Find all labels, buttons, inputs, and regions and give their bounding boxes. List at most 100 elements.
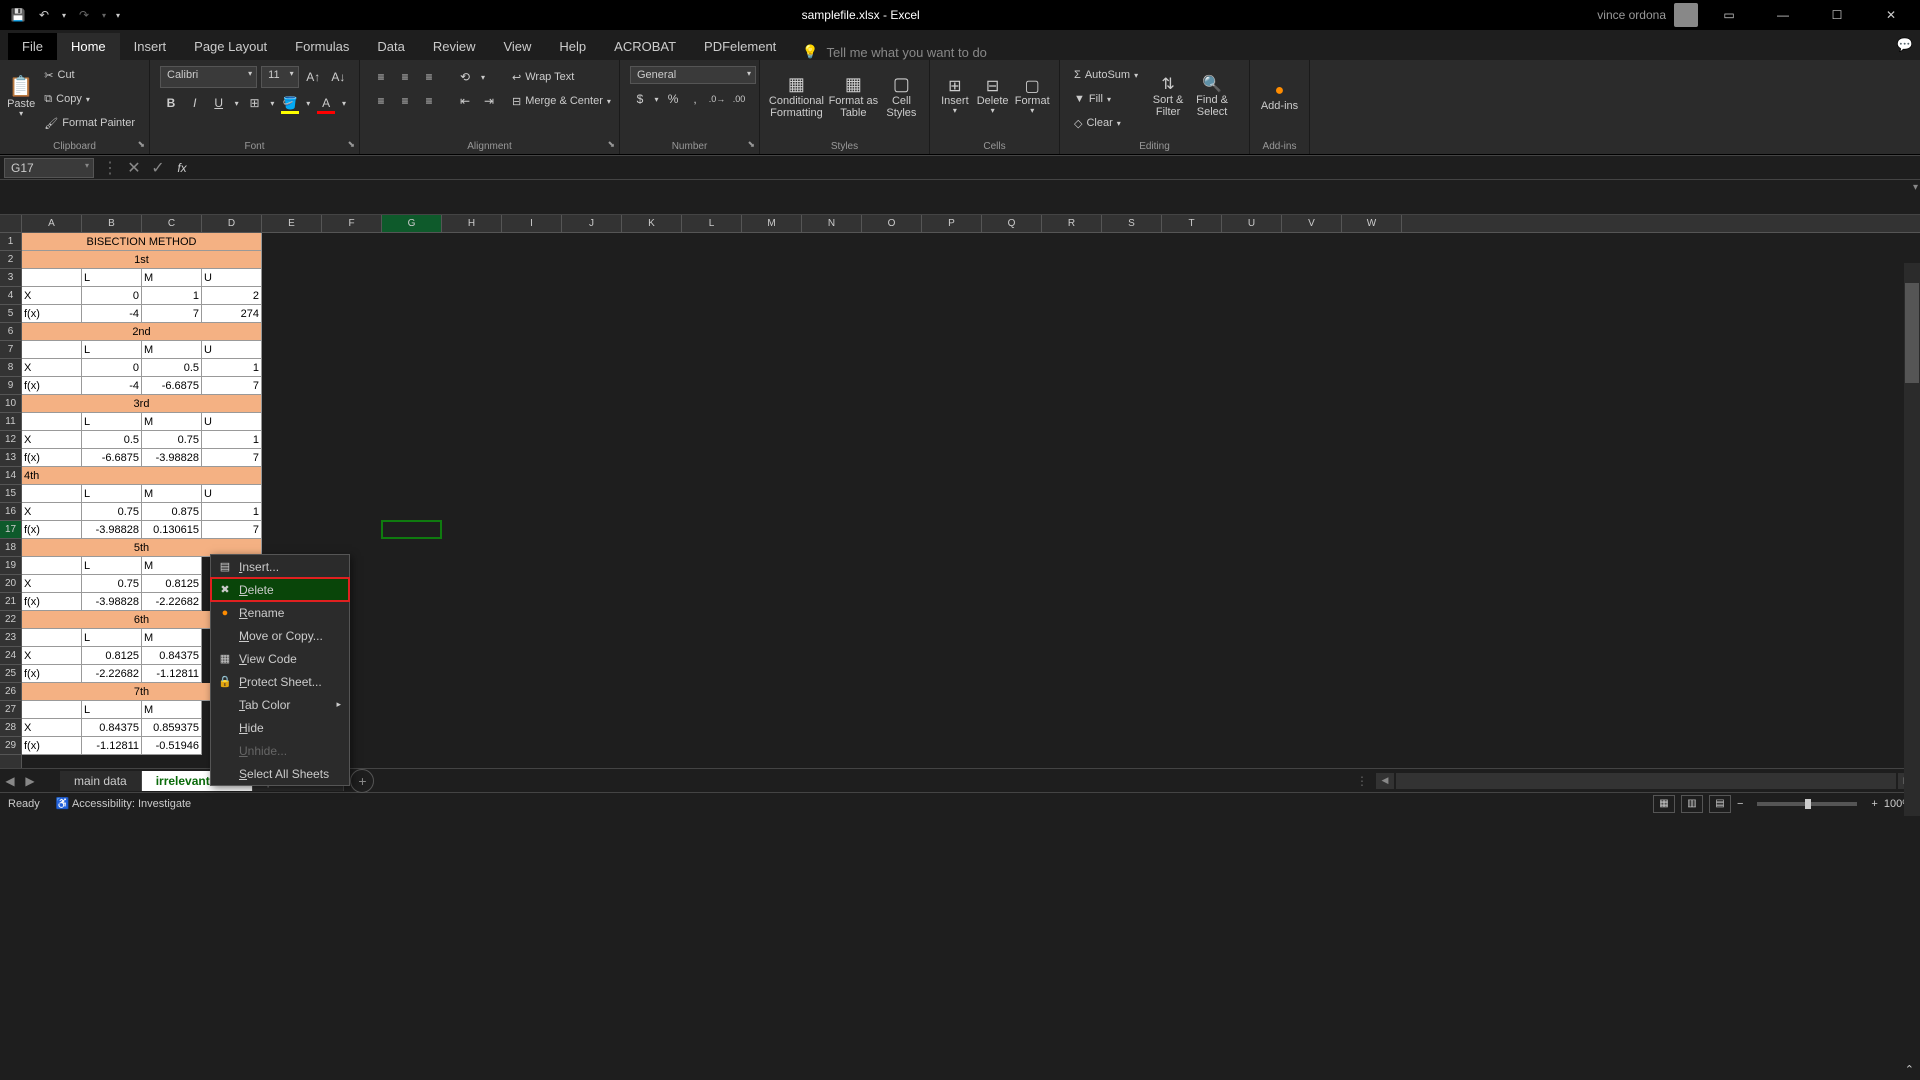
cell-E3[interactable]	[262, 269, 322, 287]
cell-S7[interactable]	[1102, 341, 1162, 359]
cell-S19[interactable]	[1102, 557, 1162, 575]
cell-K10[interactable]	[622, 395, 682, 413]
cell-Q11[interactable]	[982, 413, 1042, 431]
row-header-27[interactable]: 27	[0, 701, 21, 719]
cell-M13[interactable]	[742, 449, 802, 467]
cell-K6[interactable]	[622, 323, 682, 341]
cell-R26[interactable]	[1042, 683, 1102, 701]
menu-hide[interactable]: Hide	[211, 716, 349, 739]
column-header-J[interactable]: J	[562, 215, 622, 232]
cell-K15[interactable]	[622, 485, 682, 503]
cell-J26[interactable]	[562, 683, 622, 701]
cell-M4[interactable]	[742, 287, 802, 305]
cell-P17[interactable]	[922, 521, 982, 539]
minimize-icon[interactable]: —	[1760, 0, 1806, 30]
cell-F13[interactable]	[322, 449, 382, 467]
cell-N3[interactable]	[802, 269, 862, 287]
align-right-icon[interactable]: ≡	[418, 90, 440, 112]
cell-I26[interactable]	[502, 683, 562, 701]
cell-G4[interactable]	[382, 287, 442, 305]
cell-K23[interactable]	[622, 629, 682, 647]
cell-R6[interactable]	[1042, 323, 1102, 341]
cell-U9[interactable]	[1222, 377, 1282, 395]
cell-I17[interactable]	[502, 521, 562, 539]
cell-S4[interactable]	[1102, 287, 1162, 305]
cell-H16[interactable]	[442, 503, 502, 521]
cell-N18[interactable]	[802, 539, 862, 557]
cell-Q19[interactable]	[982, 557, 1042, 575]
cell-A8[interactable]: X	[22, 359, 82, 377]
cell-R29[interactable]	[1042, 737, 1102, 755]
cell-N6[interactable]	[802, 323, 862, 341]
cell-Q18[interactable]	[982, 539, 1042, 557]
cell-A27[interactable]	[22, 701, 82, 719]
row-header-18[interactable]: 18	[0, 539, 21, 557]
cell-N20[interactable]	[802, 575, 862, 593]
cell-I27[interactable]	[502, 701, 562, 719]
cell-J2[interactable]	[562, 251, 622, 269]
cell-J17[interactable]	[562, 521, 622, 539]
number-dialog-launcher[interactable]: ⬊	[747, 139, 755, 150]
cell-V7[interactable]	[1282, 341, 1342, 359]
cell-N23[interactable]	[802, 629, 862, 647]
cell-M2[interactable]	[742, 251, 802, 269]
enter-formula-icon[interactable]: ✓	[146, 156, 170, 180]
cell-K20[interactable]	[622, 575, 682, 593]
cell-I11[interactable]	[502, 413, 562, 431]
cell-T24[interactable]	[1162, 647, 1222, 665]
cell-S12[interactable]	[1102, 431, 1162, 449]
cell-L3[interactable]	[682, 269, 742, 287]
cell-R18[interactable]	[1042, 539, 1102, 557]
cell-P5[interactable]	[922, 305, 982, 323]
cell-C20[interactable]: 0.8125	[142, 575, 202, 593]
column-header-B[interactable]: B	[82, 215, 142, 232]
tab-review[interactable]: Review	[419, 33, 490, 60]
cell-F9[interactable]	[322, 377, 382, 395]
column-header-A[interactable]: A	[22, 215, 82, 232]
cell-G18[interactable]	[382, 539, 442, 557]
undo-icon[interactable]: ↶	[32, 3, 56, 27]
row-header-22[interactable]: 22	[0, 611, 21, 629]
cell-V1[interactable]	[1282, 233, 1342, 251]
cell-O18[interactable]	[862, 539, 922, 557]
column-header-I[interactable]: I	[502, 215, 562, 232]
cell-P12[interactable]	[922, 431, 982, 449]
cell-F12[interactable]	[322, 431, 382, 449]
cell-U13[interactable]	[1222, 449, 1282, 467]
cell-R27[interactable]	[1042, 701, 1102, 719]
cell-M28[interactable]	[742, 719, 802, 737]
cell-S6[interactable]	[1102, 323, 1162, 341]
cell-V3[interactable]	[1282, 269, 1342, 287]
cell-E7[interactable]	[262, 341, 322, 359]
cell-L15[interactable]	[682, 485, 742, 503]
cell-G15[interactable]	[382, 485, 442, 503]
format-cells-button[interactable]: ▢Format▾	[1011, 64, 1053, 130]
cell-L13[interactable]	[682, 449, 742, 467]
cell-W24[interactable]	[1342, 647, 1402, 665]
cell-J5[interactable]	[562, 305, 622, 323]
cell-R11[interactable]	[1042, 413, 1102, 431]
cell-O26[interactable]	[862, 683, 922, 701]
paste-button[interactable]: 📋 Paste ▾	[6, 64, 36, 130]
cell-U27[interactable]	[1222, 701, 1282, 719]
cell-J1[interactable]	[562, 233, 622, 251]
cell-V2[interactable]	[1282, 251, 1342, 269]
cell-P24[interactable]	[922, 647, 982, 665]
cell-V11[interactable]	[1282, 413, 1342, 431]
tab-acrobat[interactable]: ACROBAT	[600, 33, 690, 60]
cell-V13[interactable]	[1282, 449, 1342, 467]
cell-I18[interactable]	[502, 539, 562, 557]
maximize-icon[interactable]: ☐	[1814, 0, 1860, 30]
cell-H25[interactable]	[442, 665, 502, 683]
cell-W22[interactable]	[1342, 611, 1402, 629]
cell-E6[interactable]	[262, 323, 322, 341]
cell-B19[interactable]: L	[82, 557, 142, 575]
row-header-1[interactable]: 1	[0, 233, 21, 251]
cell-O16[interactable]	[862, 503, 922, 521]
cell-T4[interactable]	[1162, 287, 1222, 305]
orientation-button[interactable]: ⟲	[454, 66, 476, 88]
cell-S18[interactable]	[1102, 539, 1162, 557]
row-header-14[interactable]: 14	[0, 467, 21, 485]
cell-C9[interactable]: -6.6875	[142, 377, 202, 395]
cell-U7[interactable]	[1222, 341, 1282, 359]
